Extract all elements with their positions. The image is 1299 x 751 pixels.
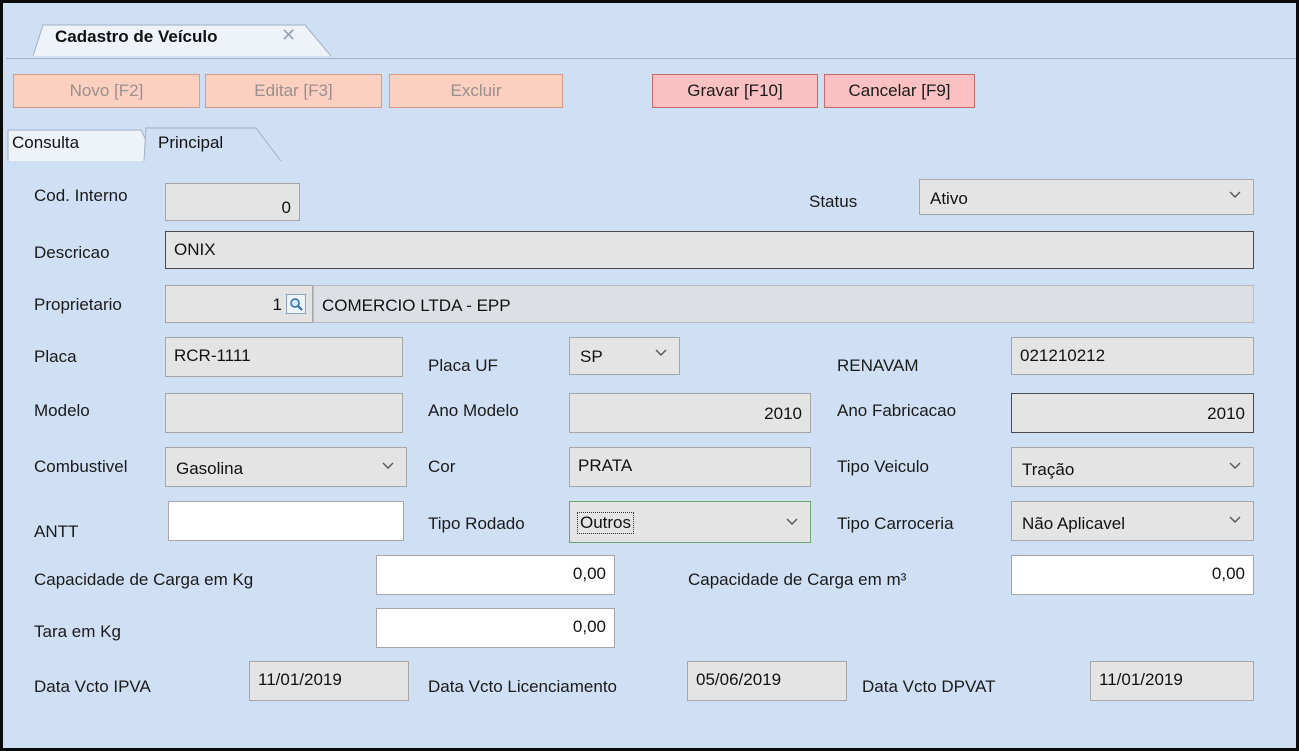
- tipo-veiculo-label: Tipo Veiculo: [837, 457, 929, 476]
- status-value: Ativo: [930, 189, 968, 208]
- tab-divider: [6, 58, 1296, 59]
- close-icon[interactable]: ✕: [281, 25, 296, 46]
- gravar-button[interactable]: Gravar [F10]: [652, 74, 818, 108]
- placa-field[interactable]: RCR-1111: [165, 337, 403, 377]
- cod-interno-field[interactable]: 0: [165, 183, 300, 221]
- tara-label: Tara em Kg: [34, 622, 121, 641]
- chevron-down-icon: [653, 344, 669, 360]
- ano-modelo-label: Ano Modelo: [428, 401, 519, 420]
- antt-label: ANTT: [34, 522, 79, 541]
- editar-button[interactable]: Editar [F3]: [205, 74, 382, 108]
- ipva-label: Data Vcto IPVA: [34, 677, 151, 696]
- cor-label: Cor: [428, 457, 456, 476]
- tab-principal[interactable]: Principal: [158, 128, 223, 160]
- licenciamento-label: Data Vcto Licenciamento: [428, 677, 617, 696]
- placa-uf-select[interactable]: SP: [569, 337, 680, 375]
- cap-kg-field[interactable]: 0,00: [376, 555, 615, 595]
- cap-m3-field[interactable]: 0,00: [1011, 555, 1254, 595]
- ipva-field[interactable]: 11/01/2019: [249, 661, 409, 701]
- tara-field[interactable]: 0,00: [376, 608, 615, 648]
- status-label: Status: [809, 192, 858, 211]
- tipo-rodado-value: Outros: [576, 512, 635, 534]
- cor-field[interactable]: PRATA: [569, 447, 811, 487]
- excluir-button[interactable]: Excluir: [389, 74, 563, 108]
- chevron-down-icon: [380, 457, 396, 473]
- tipo-carroceria-label: Tipo Carroceria: [837, 514, 954, 533]
- tipo-veiculo-value: Tração: [1022, 460, 1075, 479]
- cod-interno-label: Cod. Interno: [34, 186, 128, 205]
- tipo-rodado-label: Tipo Rodado: [428, 514, 525, 533]
- placa-uf-label: Placa UF: [428, 356, 498, 375]
- search-icon[interactable]: [286, 294, 306, 314]
- placa-label: Placa: [34, 347, 77, 366]
- chevron-down-icon: [784, 513, 800, 529]
- placa-uf-value: SP: [580, 347, 603, 366]
- tipo-rodado-select[interactable]: Outros: [569, 501, 811, 543]
- chevron-down-icon: [1227, 457, 1243, 473]
- dpvat-field[interactable]: 11/01/2019: [1090, 661, 1254, 701]
- modelo-label: Modelo: [34, 401, 90, 420]
- proprietario-label: Proprietario: [34, 295, 122, 314]
- chevron-down-icon: [1227, 186, 1243, 202]
- licenciamento-field[interactable]: 05/06/2019: [687, 661, 847, 701]
- descricao-label: Descricao: [34, 243, 110, 262]
- modelo-field[interactable]: [165, 393, 403, 433]
- cap-m3-label: Capacidade de Carga em m³: [688, 570, 907, 589]
- antt-field[interactable]: [168, 501, 404, 541]
- tab-consulta[interactable]: Consulta: [12, 128, 79, 160]
- proprietario-name-field: COMERCIO LTDA - EPP: [313, 285, 1254, 323]
- dpvat-label: Data Vcto DPVAT: [862, 677, 996, 696]
- novo-button[interactable]: Novo [F2]: [13, 74, 200, 108]
- status-select[interactable]: Ativo: [919, 179, 1254, 215]
- chevron-down-icon: [1227, 511, 1243, 527]
- document-tab-title: Cadastro de Veículo: [55, 27, 218, 46]
- ano-fabricacao-field[interactable]: 2010: [1011, 393, 1254, 433]
- ano-fabricacao-label: Ano Fabricacao: [837, 401, 957, 420]
- cap-kg-label: Capacidade de Carga em Kg: [34, 570, 254, 589]
- ano-modelo-field[interactable]: 2010: [569, 393, 811, 433]
- window-frame: Cadastro de Veículo ✕ Novo [F2] Editar […: [0, 0, 1299, 751]
- renavam-label: RENAVAM: [837, 356, 919, 375]
- combustivel-select[interactable]: Gasolina: [165, 447, 407, 487]
- combustivel-label: Combustivel: [34, 457, 128, 476]
- tipo-carroceria-value: Não Aplicavel: [1022, 514, 1126, 533]
- tipo-carroceria-select[interactable]: Não Aplicavel: [1011, 501, 1254, 541]
- renavam-field[interactable]: 021210212: [1011, 337, 1254, 375]
- combustivel-value: Gasolina: [176, 459, 244, 478]
- descricao-field[interactable]: ONIX: [165, 231, 1254, 269]
- tipo-veiculo-select[interactable]: Tração: [1011, 447, 1254, 487]
- cancelar-button[interactable]: Cancelar [F9]: [824, 74, 975, 108]
